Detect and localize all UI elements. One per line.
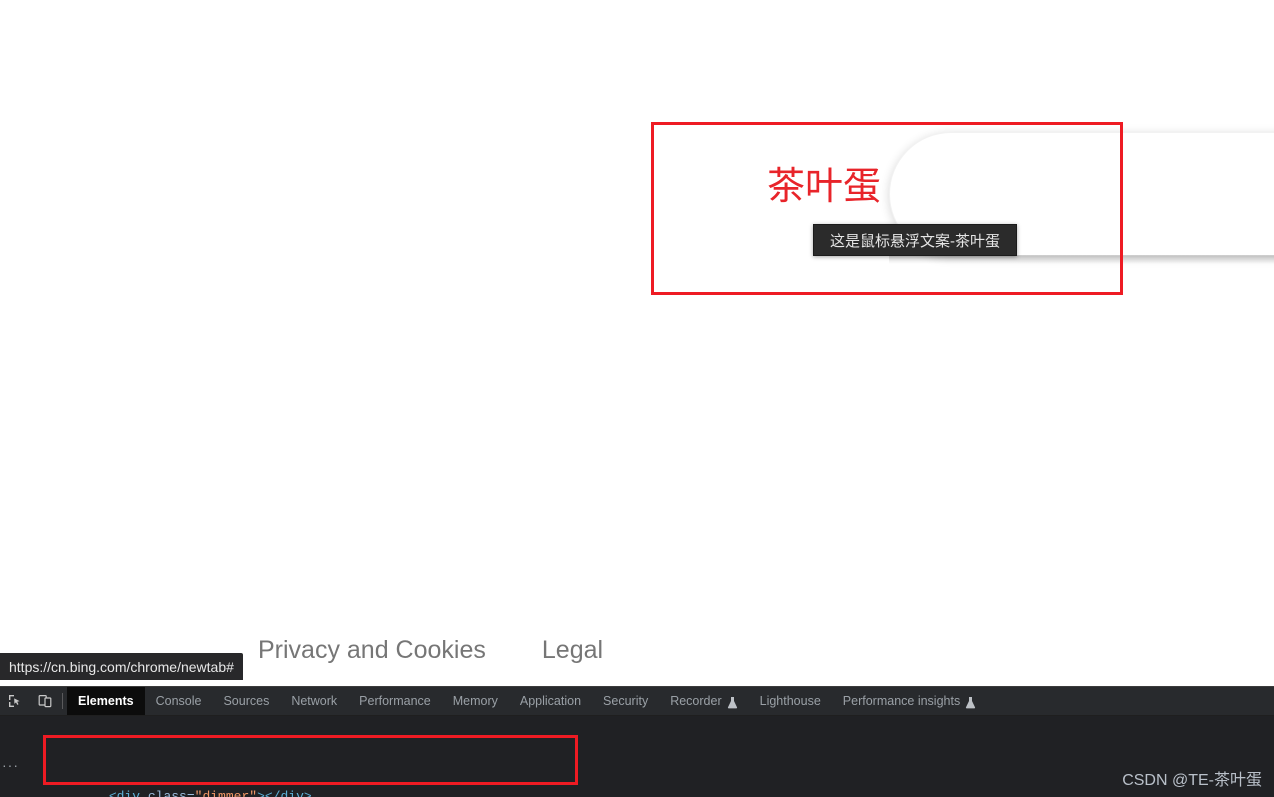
device-toolbar-icon[interactable] xyxy=(30,687,60,715)
toolbar-divider xyxy=(62,693,63,709)
tab-lighthouse[interactable]: Lighthouse xyxy=(749,687,832,715)
tab-elements[interactable]: Elements xyxy=(67,687,145,715)
hover-title-tooltip: 这是鼠标悬浮文案-茶叶蛋 xyxy=(813,224,1017,256)
devtools-panel: Elements Console Sources Network Perform… xyxy=(0,686,1274,797)
footer-link-privacy[interactable]: Privacy and Cookies xyxy=(258,636,486,665)
tab-application[interactable]: Application xyxy=(509,687,592,715)
tab-memory[interactable]: Memory xyxy=(442,687,509,715)
tab-console[interactable]: Console xyxy=(145,687,213,715)
browser-page-viewport: 茶叶蛋 这是鼠标悬浮文案-茶叶蛋 Privacy and Cookies Leg… xyxy=(0,0,1274,686)
dom-node-dimmer[interactable]: <div class="dimmer"></div> xyxy=(0,770,1274,797)
tab-lighthouse-label: Lighthouse xyxy=(759,694,821,708)
link-status-bar: https://cn.bing.com/chrome/newtab# xyxy=(0,653,243,680)
inspect-element-icon[interactable] xyxy=(0,687,30,715)
tab-recorder[interactable]: Recorder xyxy=(659,687,748,715)
elements-dom-tree[interactable]: <div class="dimmer"></div> ▾ <div class=… xyxy=(0,716,1274,797)
flask-icon xyxy=(727,696,738,709)
hero-search-area: 茶叶蛋 这是鼠标悬浮文案-茶叶蛋 xyxy=(0,0,1274,400)
tab-network[interactable]: Network xyxy=(280,687,348,715)
tab-sources-label: Sources xyxy=(223,694,270,708)
tab-performance-label: Performance xyxy=(359,694,431,708)
tab-performance-insights[interactable]: Performance insights xyxy=(832,687,987,715)
tab-memory-label: Memory xyxy=(452,694,498,708)
tab-recorder-label: Recorder xyxy=(670,694,722,708)
search-box-shadow xyxy=(889,255,1274,264)
node-overflow-ellipsis[interactable]: ··· xyxy=(2,756,19,774)
flask-icon xyxy=(965,696,976,709)
tab-network-label: Network xyxy=(291,694,338,708)
tab-console-label: Console xyxy=(155,694,202,708)
chaye-dan-link[interactable]: 茶叶蛋 xyxy=(767,164,881,210)
tab-security[interactable]: Security xyxy=(592,687,659,715)
tab-elements-label: Elements xyxy=(78,694,134,708)
tab-performance[interactable]: Performance xyxy=(348,687,442,715)
csdn-watermark: CSDN @TE-茶叶蛋 xyxy=(1122,772,1262,789)
tab-performance-insights-label: Performance insights xyxy=(842,694,961,708)
footer-link-legal[interactable]: Legal xyxy=(542,636,603,665)
tab-security-label: Security xyxy=(603,694,649,708)
tab-sources[interactable]: Sources xyxy=(212,687,280,715)
devtools-toolbar: Elements Console Sources Network Perform… xyxy=(0,687,1274,716)
tab-application-label: Application xyxy=(519,694,582,708)
